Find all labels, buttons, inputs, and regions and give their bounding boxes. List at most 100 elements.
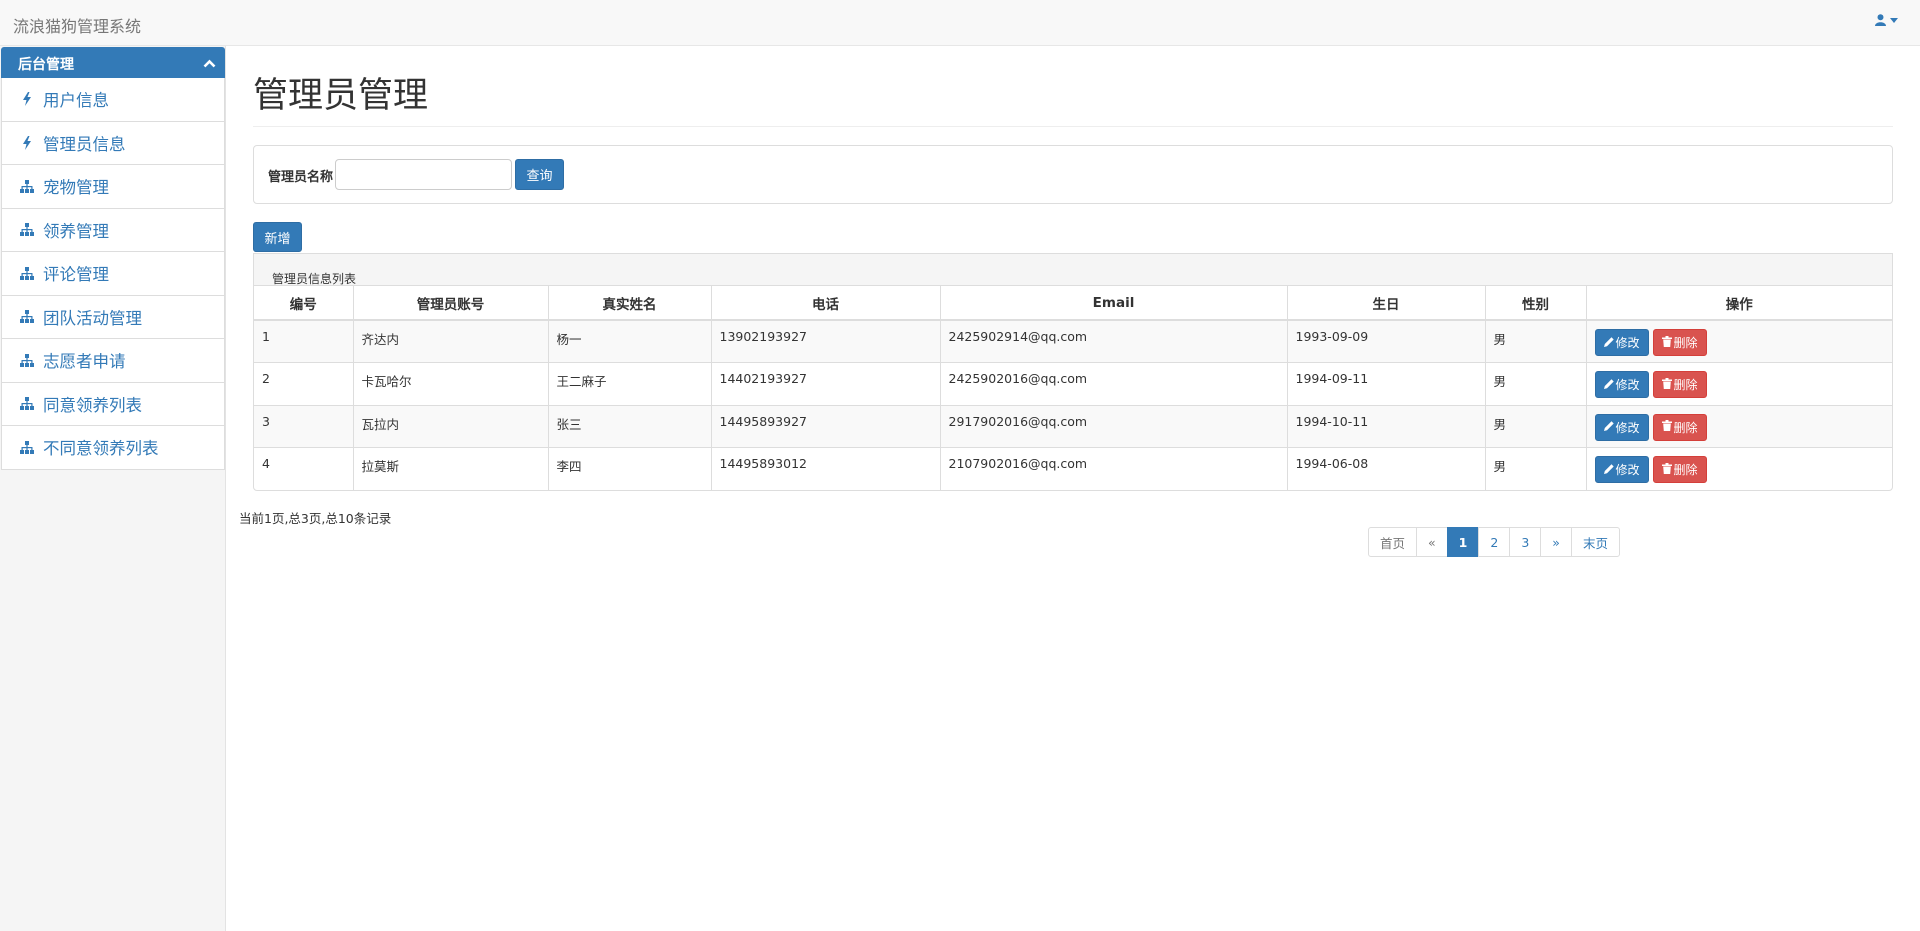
sidebar-item-label: 同意领养列表 <box>43 395 142 415</box>
cell-id: 1 <box>254 319 354 363</box>
cell-id: 3 <box>254 404 354 448</box>
edit-button[interactable]: 修改 <box>1594 456 1649 483</box>
sidebar-item-label: 管理员信息 <box>43 134 126 154</box>
pagination: 首页 « 1 2 3 » 末页 <box>1368 527 1620 557</box>
cell-actions: 修改 删除 <box>1586 447 1892 490</box>
sidebar-item-6[interactable]: 团队活动管理 <box>1 295 225 339</box>
cell-birthday: 1994-06-08 <box>1287 447 1486 490</box>
sidebar-item-label: 宠物管理 <box>43 178 109 198</box>
edit-button[interactable]: 修改 <box>1594 371 1649 398</box>
edit-label: 修改 <box>1615 420 1640 435</box>
cell-birthday: 1994-10-11 <box>1287 404 1486 448</box>
sidebar-header[interactable]: 后台管理 <box>1 47 225 78</box>
cell-email: 2425902914@qq.com <box>940 319 1288 363</box>
table-header-row: 编号 管理员账号 真实姓名 电话 Email 生日 性别 操作 <box>254 286 1892 321</box>
sidebar-menu: 用户信息管理员信息宠物管理领养管理评论管理团队活动管理 志愿者申请同意领养列表 不同… <box>1 78 225 470</box>
delete-label: 删除 <box>1673 378 1698 392</box>
column-header: 编号 <box>254 286 354 321</box>
cell-birthday: 1993-09-09 <box>1287 319 1486 363</box>
page-first[interactable]: 首页 <box>1368 527 1418 557</box>
table-row: 1 齐达内 杨一 13902193927 2425902914@qq.com 1993-0… <box>254 319 1892 363</box>
cell-gender: 男 <box>1485 319 1587 363</box>
cell-actions: 修改 删除 <box>1586 319 1892 363</box>
page-3[interactable]: 3 <box>1509 527 1542 557</box>
cell-phone: 13902193927 <box>711 319 941 363</box>
delete-button[interactable]: 删除 <box>1652 371 1707 398</box>
trash-icon <box>1661 377 1672 392</box>
cell-name: 张三 <box>548 404 712 448</box>
cell-account: 拉莫斯 <box>353 447 549 490</box>
cell-gender: 男 <box>1485 362 1587 405</box>
cell-email: 2425902016@qq.com <box>940 362 1288 405</box>
admin-table: 编号 管理员账号 真实姓名 电话 Email 生日 性别 操作 1 齐达内 杨一 139021939… <box>254 286 1892 490</box>
column-header: 管理员账号 <box>353 286 549 321</box>
sidebar-item-label: 领养管理 <box>43 221 109 241</box>
sidebar-item-2[interactable]: 管理员信息 <box>1 121 225 165</box>
cell-phone: 14402193927 <box>711 362 941 405</box>
table-row: 2 卡瓦哈尔 王二麻子 14402193927 2425902016@qq.com 199… <box>254 362 1892 405</box>
bolt-icon <box>20 135 34 150</box>
page-2[interactable]: 2 <box>1478 527 1511 557</box>
sidebar-item-7[interactable]: 志愿者申请 <box>1 339 225 383</box>
sidebar-item-3[interactable]: 宠物管理 <box>1 165 225 209</box>
page-last[interactable]: 末页 <box>1570 527 1620 557</box>
search-button[interactable]: 查询 <box>515 159 564 190</box>
sidebar-item-9[interactable]: 不同意领养列表 <box>1 426 225 470</box>
column-header: 电话 <box>711 286 941 321</box>
edit-button[interactable]: 修改 <box>1594 413 1649 441</box>
trash-icon <box>1661 420 1672 434</box>
edit-label: 修改 <box>1615 378 1640 392</box>
pagination-info: 当前1页,总3页,总10条记录 <box>239 511 392 526</box>
cell-email: 2917902016@qq.com <box>940 404 1288 448</box>
page-prev[interactable]: « <box>1416 527 1448 557</box>
sidebar-item-label: 不同意领养列表 <box>43 439 159 459</box>
sidebar-item-4[interactable]: 领养管理 <box>1 208 225 252</box>
user-icon <box>1875 14 1886 26</box>
sidebar-item-5[interactable]: 评论管理 <box>1 252 225 296</box>
trash-icon <box>1661 462 1672 477</box>
delete-button[interactable]: 删除 <box>1652 413 1707 441</box>
cell-email: 2107902016@qq.com <box>940 447 1288 490</box>
table-row: 4 拉莫斯 李四 14495893012 2107902016@qq.com 1994-0… <box>254 447 1892 490</box>
cell-name: 王二麻子 <box>548 362 712 405</box>
sidebar-item-label: 团队活动管理 <box>43 308 142 328</box>
pencil-icon <box>1603 463 1614 477</box>
sidebar-item-label: 志愿者申请 <box>43 352 126 372</box>
top-navbar: 流浪猫狗管理系统 <box>0 0 1920 46</box>
delete-button[interactable]: 删除 <box>1652 456 1707 483</box>
table-panel-heading: 管理员信息列表 <box>254 254 1892 286</box>
sidebar-header-label: 后台管理 <box>18 57 74 73</box>
sitemap-icon <box>20 310 34 324</box>
search-panel: 管理员名称 查询 <box>253 145 1893 204</box>
page-1[interactable]: 1 <box>1446 527 1480 557</box>
column-header: 真实姓名 <box>548 286 712 321</box>
app-brand[interactable]: 流浪猫狗管理系统 <box>13 13 141 37</box>
search-label: 管理员名称 <box>268 170 334 185</box>
cell-id: 2 <box>254 362 354 405</box>
sidebar-item-1[interactable]: 用户信息 <box>1 78 225 122</box>
cell-actions: 修改 删除 <box>1586 404 1892 448</box>
cell-name: 杨一 <box>548 319 712 363</box>
cell-gender: 男 <box>1485 404 1587 448</box>
pencil-icon <box>1603 420 1614 434</box>
bolt-icon <box>20 92 34 107</box>
delete-button[interactable]: 删除 <box>1652 329 1707 356</box>
cell-actions: 修改 删除 <box>1586 362 1892 405</box>
add-button[interactable]: 新增 <box>253 222 302 252</box>
table-row: 3 瓦拉内 张三 14495893927 2917902016@qq.com 1994-1… <box>254 404 1892 448</box>
pencil-icon <box>1603 378 1614 392</box>
cell-id: 4 <box>254 447 354 490</box>
edit-button[interactable]: 修改 <box>1594 329 1649 356</box>
page-title: 管理员管理 <box>253 76 429 116</box>
column-header: 性别 <box>1485 286 1587 321</box>
table-caption: 管理员信息列表 <box>272 272 357 286</box>
column-header: 操作 <box>1586 286 1892 321</box>
page-next[interactable]: » <box>1540 527 1572 557</box>
sidebar-item-label: 用户信息 <box>43 91 109 111</box>
sidebar-item-label: 评论管理 <box>43 265 109 285</box>
user-menu[interactable] <box>1875 14 1898 26</box>
column-header: 生日 <box>1287 286 1486 321</box>
cell-phone: 14495893012 <box>711 447 941 490</box>
admin-name-input[interactable] <box>335 159 512 190</box>
sidebar-item-8[interactable]: 同意领养列表 <box>1 382 225 426</box>
